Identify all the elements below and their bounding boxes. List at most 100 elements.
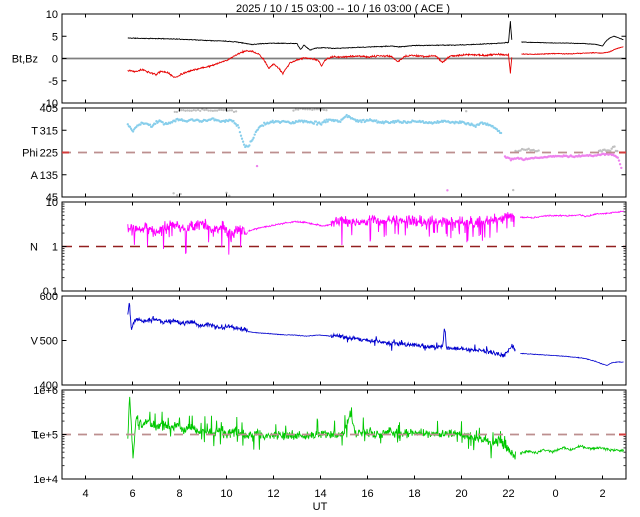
panel-phi-plotarea (62, 108, 626, 197)
y-tick-label: 5 (52, 31, 58, 43)
phi-scatter-main (174, 120, 177, 123)
phi-dots-misc-gray (512, 188, 515, 192)
phi-scatter-gray-top-b (313, 108, 316, 111)
x-tick-label: 8 (176, 488, 182, 500)
phi-scatter-gray-top-a (188, 109, 191, 112)
phi-scatter-gray-top-a (194, 109, 198, 112)
panel-density: 1010.1N (30, 197, 627, 298)
v-line-a (127, 302, 249, 333)
phi-dots-misc-gray (175, 194, 179, 197)
y-tick-label: 405 (40, 103, 58, 115)
phi-scatter-gray-top-a (190, 109, 193, 112)
phi-dots-misc-gray (465, 110, 468, 113)
x-tick-label: 6 (129, 488, 135, 500)
phi-scatter-gray-top-a (218, 108, 221, 112)
phi-scatter-main (126, 123, 129, 126)
phi-scatter-main (375, 119, 378, 122)
bz-line-b (521, 46, 624, 56)
x-tick-label: 0 (552, 488, 558, 500)
y-tick-label: 135 (40, 170, 58, 182)
phi-dots-misc-pink (446, 189, 449, 192)
phi-scatter-gray-top-b (325, 109, 328, 112)
panel-bt-bz-axis-name: Bt,Bz (12, 54, 38, 66)
plot-canvas: 2025 / 10 / 15 03:00 -- 10 / 16 03:00 ( … (12, 3, 627, 513)
phi-scatter-main (360, 120, 363, 124)
phi-scatter-gray-top-a (215, 109, 219, 112)
phi-scatter-gray-top-a (211, 109, 215, 113)
bt-line-b (521, 35, 624, 47)
phi-scatter-main (232, 119, 235, 123)
n-line-c (330, 212, 515, 246)
phi-scatter-main (236, 123, 239, 127)
phi-scatter-main (256, 128, 260, 131)
panel-temperature-axis-name: T (31, 430, 38, 442)
x-tick-label: 18 (408, 488, 420, 500)
panel-phi: 40531522513545TPhiA (22, 103, 627, 204)
phi-scatter-gray-cluster-a (537, 149, 540, 152)
panel-phi-axis-name: A (31, 170, 39, 182)
panel-phi-axis-name: Phi (22, 148, 38, 160)
y-tick-label: 10 (46, 197, 58, 209)
phi-scatter-gray-top-b (322, 108, 326, 112)
phi-scatter-main (345, 113, 348, 117)
x-tick-label: 20 (455, 488, 467, 500)
phi-scatter-gray-top-a (184, 109, 187, 112)
phi-scatter-main (252, 136, 255, 139)
y-tick-label: 315 (40, 125, 58, 137)
bz-line-a (127, 49, 513, 79)
phi-scatter-gray-top-a (228, 109, 231, 112)
phi-scatter-gray-top-a (205, 108, 208, 111)
y-tick-label: 10 (46, 9, 58, 21)
t-line-b (519, 444, 624, 456)
phi-scatter-gray-top-b (297, 108, 300, 111)
phi-scatter-gray-top-a (192, 108, 195, 112)
phi-scatter-main (237, 126, 240, 129)
phi-scatter-violet (620, 166, 623, 170)
x-tick-label: 2 (599, 488, 605, 500)
n-line-a (127, 218, 248, 255)
panel-temperature: 4 6 8 10 12 14 16 18 20 22 0 21e+61e+51e+4T (31, 385, 627, 500)
x-tick-label: 10 (220, 488, 232, 500)
phi-scatter-main (339, 120, 342, 124)
phi-scatter-main (131, 130, 135, 133)
phi-scatter-gray-cluster-b (613, 145, 616, 148)
phi-scatter-main (161, 121, 164, 124)
bt-line-a (127, 21, 513, 51)
phi-scatter-gray-top-a (203, 108, 206, 112)
phi-scatter-gray-top-a (209, 109, 212, 112)
phi-scatter-gray-top-b (292, 109, 295, 112)
phi-scatter-gray-top-a (175, 110, 179, 114)
phi-dots-misc-gray (172, 192, 175, 195)
phi-scatter-main (148, 123, 152, 126)
phi-scatter-gray-top-a (232, 110, 236, 114)
y-tick-label: 600 (40, 291, 58, 303)
phi-scatter-gray-top-a (182, 109, 185, 112)
phi-scatter-main (239, 134, 243, 137)
phi-scatter-main (324, 121, 327, 124)
phi-scatter-gray-top-a (199, 109, 202, 113)
y-tick-label: 500 (40, 336, 58, 348)
panel-bt-bz-plotarea (62, 21, 626, 79)
phi-scatter-main (499, 131, 503, 135)
phi-scatter-violet (618, 163, 622, 166)
panel-density-plotarea (62, 210, 626, 255)
phi-scatter-main (312, 122, 316, 125)
phi-scatter-gray-cluster-b (616, 149, 619, 153)
panel-speed-plotarea (127, 302, 624, 366)
phi-scatter-violet (616, 156, 619, 159)
panel-phi-axis-name: T (31, 125, 38, 137)
phi-scatter-gray-top-a (207, 109, 210, 112)
phi-scatter-main (139, 123, 142, 126)
x-tick-label: 16 (361, 488, 373, 500)
phi-scatter-main (253, 133, 256, 136)
phi-scatter-gray-top-a (196, 108, 200, 112)
v-line-d (520, 352, 624, 366)
x-tick-label: 12 (267, 488, 279, 500)
phi-scatter-main (241, 140, 245, 143)
t-line-a (127, 396, 516, 460)
panel-speed: 600500400V (31, 291, 627, 392)
y-tick-label: -5 (48, 76, 58, 88)
phi-scatter-main (238, 130, 242, 134)
phi-scatter-main (262, 124, 265, 127)
phi-scatter-gray-top-b (294, 108, 297, 111)
